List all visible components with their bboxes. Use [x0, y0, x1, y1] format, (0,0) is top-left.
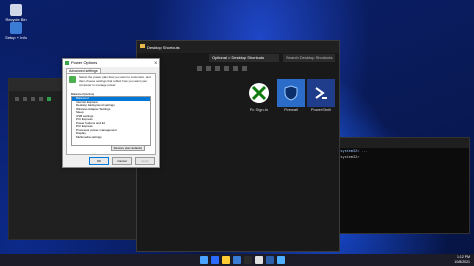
notepad-icon[interactable] — [255, 256, 263, 264]
file-explorer-icon[interactable] — [222, 256, 230, 264]
terminal-icon[interactable] — [244, 256, 252, 264]
cut-icon[interactable] — [197, 66, 202, 71]
share-icon[interactable] — [233, 66, 238, 71]
battery-icon — [65, 61, 69, 65]
taskbar: 1:12 PM 10/8/2021 — [0, 254, 474, 266]
tile-label: Pc Sign-In — [249, 107, 269, 112]
tile-firewall[interactable]: Firewall — [277, 79, 305, 112]
tile-label: Firewall — [284, 107, 298, 112]
recycle-bin-icon — [10, 4, 22, 16]
ok-button[interactable]: OK — [89, 157, 109, 165]
tile-label: PowerShell — [310, 107, 332, 112]
powershell-icon — [307, 79, 335, 107]
power-plan-icon — [69, 76, 76, 83]
recycle-bin-desktop-icon[interactable]: Recycle Bin — [4, 4, 28, 22]
restore-defaults-button[interactable]: Restore plan defaults — [110, 145, 145, 151]
rename-icon[interactable] — [224, 66, 229, 71]
shield-icon — [277, 79, 305, 107]
delete-icon[interactable] — [242, 66, 247, 71]
explorer-command-bar — [137, 65, 339, 73]
tile-powershell[interactable]: PowerShell — [307, 79, 335, 112]
system-clock[interactable]: 1:12 PM 10/8/2021 — [454, 255, 470, 264]
dialog-titlebar[interactable]: Power Options X — [63, 59, 159, 67]
tile-pc-sign-in[interactable]: Pc Sign-In — [245, 79, 273, 112]
xbox-icon — [245, 79, 273, 107]
setup-info-desktop-icon[interactable]: Setup + Info — [4, 22, 28, 40]
paste-icon[interactable] — [215, 66, 220, 71]
dialog-description: Select the power plan that you want to c… — [79, 75, 151, 87]
cancel-button[interactable]: Cancel — [112, 157, 132, 165]
store-icon[interactable] — [277, 256, 285, 264]
search-input[interactable]: Search Desktop Shortcuts — [283, 54, 335, 62]
folder-icon — [140, 44, 145, 48]
setup-info-label: Setup + Info — [5, 35, 27, 40]
start-icon[interactable] — [200, 256, 208, 264]
apply-button[interactable]: Apply — [135, 157, 155, 165]
settings-item[interactable]: Multimedia settings — [72, 135, 150, 140]
clock-time: 1:12 PM — [456, 255, 470, 259]
edge-icon[interactable] — [233, 256, 241, 264]
dialog-body: Select the power plan that you want to c… — [66, 73, 156, 155]
settings-tree[interactable]: Balanced Internet Explorer Desktop backgro… — [71, 96, 151, 146]
copy-icon[interactable] — [206, 66, 211, 71]
search-icon[interactable] — [211, 256, 219, 264]
dialog-buttons: OK Cancel Apply — [63, 157, 159, 165]
file-explorer-window[interactable]: Desktop Shortcuts Optional > Desktop Sho… — [136, 40, 340, 252]
dialog-title: Power Options — [71, 60, 98, 65]
clock-date: 10/8/2021 — [454, 259, 470, 264]
taskbar-icons — [200, 256, 285, 264]
setup-info-icon — [10, 22, 22, 34]
power-options-dialog[interactable]: Power Options X Advanced settings Select… — [62, 58, 160, 168]
explorer-titlebar[interactable]: Desktop Shortcuts — [137, 41, 339, 53]
mail-icon[interactable] — [266, 256, 274, 264]
close-button[interactable]: X — [154, 59, 157, 67]
address-bar[interactable]: Optional > Desktop Shortcuts — [209, 54, 279, 62]
explorer-title: Desktop Shortcuts — [147, 44, 180, 50]
desktop: Recycle Bin Setup + Info PS C:\Windows\s… — [0, 0, 474, 266]
